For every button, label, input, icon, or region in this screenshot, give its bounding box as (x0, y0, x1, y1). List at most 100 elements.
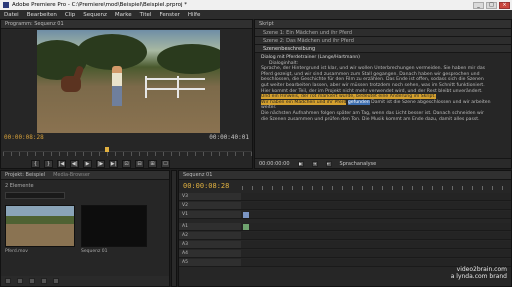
trash-icon[interactable] (53, 278, 59, 284)
go-to-out-button[interactable]: ▶| (109, 160, 118, 168)
track-v1: V1 (179, 211, 511, 219)
program-playhead[interactable] (105, 147, 109, 152)
track-lane[interactable] (241, 259, 511, 266)
window-titlebar: Adobe Premiere Pro - C:\Premiere\mod\Bei… (0, 0, 512, 10)
menu-marker[interactable]: Marke (115, 12, 132, 18)
track-label: A4 (182, 251, 188, 256)
track-lane[interactable] (241, 241, 511, 248)
track-lane[interactable] (241, 250, 511, 257)
mark-out-button[interactable]: } (44, 160, 53, 168)
track-lane[interactable] (241, 202, 511, 209)
fence-post (177, 76, 179, 98)
script-selected-word[interactable]: gefunden (347, 99, 370, 105)
premiere-app-icon (3, 2, 9, 8)
menu-edit[interactable]: Bearbeiten (27, 12, 57, 18)
script-row-2[interactable]: Szene 2: Das Mädchen und ihr Pferd (255, 37, 511, 45)
list-view-icon[interactable] (5, 278, 11, 284)
script-text[interactable]: Dialog mit Pferdetrainer (Lange/Hartmann… (255, 53, 511, 124)
menu-file[interactable]: Datei (4, 12, 19, 18)
video-preview[interactable] (37, 30, 220, 133)
track-header[interactable]: V3 (179, 193, 241, 200)
maximize-button[interactable]: □ (486, 1, 497, 9)
script-section[interactable]: Szenenbeschreibung (255, 45, 511, 53)
go-to-in-button[interactable]: |◀ (57, 160, 66, 168)
fence-rail (145, 88, 205, 90)
step-back-button[interactable]: ◀| (70, 160, 79, 168)
timeline-ruler[interactable] (241, 181, 511, 190)
minimize-button[interactable]: _ (473, 1, 484, 9)
track-a4: A4 (179, 250, 511, 258)
tab-project[interactable]: Projekt: Beispiel (5, 172, 45, 178)
track-lane[interactable] (241, 223, 511, 230)
clip-thumbnail[interactable] (5, 205, 75, 247)
lift-button[interactable]: ⊡ (122, 160, 131, 168)
track-label: A1 (182, 224, 188, 229)
sequence-name[interactable]: Sequenz 01 (81, 249, 107, 254)
script-panel: Skript Szene 1: Ein Mädchen und ihr Pfer… (254, 19, 512, 169)
script-line: Sprache, der Hintergrund ist klar, und w… (261, 66, 486, 72)
overwrite-icon[interactable]: ⇤ (325, 160, 332, 167)
track-header[interactable]: A1 (179, 223, 241, 230)
track-header[interactable]: V1 (179, 211, 241, 218)
timeline-audio-clip[interactable] (243, 224, 249, 230)
tab-sequence[interactable]: Sequenz 01 (179, 171, 511, 180)
track-header[interactable]: V2 (179, 202, 241, 209)
menu-clip[interactable]: Clip (65, 12, 75, 18)
track-v2: V2 (179, 202, 511, 210)
sequence-thumbnail[interactable] (81, 205, 147, 247)
script-footer-timecode[interactable]: 00:00:00:00 (259, 161, 290, 167)
script-highlight: Und ein Hinweis, der rot markiert wurde,… (261, 94, 436, 100)
new-item-icon[interactable] (41, 278, 47, 284)
watermark-line-1: video2brain.com (456, 266, 507, 273)
extract-button[interactable]: ⊟ (135, 160, 144, 168)
menu-title[interactable]: Titel (140, 12, 152, 18)
track-v3: V3 (179, 193, 511, 201)
play-button[interactable]: ▶ (83, 160, 92, 168)
track-header[interactable]: A4 (179, 250, 241, 257)
timeline-panel: Sequenz 01 00:00:08:28 V3 V2 V1 A1 A2 A3… (178, 170, 512, 287)
program-timecode-current[interactable]: 00:00:08:28 (4, 134, 44, 141)
track-label: V3 (182, 194, 188, 199)
menu-help[interactable]: Hilfe (188, 12, 201, 18)
project-tabs: Projekt: Beispiel Media-Browser (1, 171, 169, 180)
script-row-1[interactable]: Szene 1: Ein Mädchen und ihr Pferd (255, 29, 511, 37)
tab-program[interactable]: Programm: Sequenz 01 (1, 20, 252, 29)
tree-shape (77, 34, 147, 70)
track-lane[interactable] (241, 211, 511, 218)
step-forward-button[interactable]: |▶ (96, 160, 105, 168)
program-timecode-duration: 00:00:40:01 (209, 134, 249, 141)
menu-sequence[interactable]: Sequenz (83, 12, 107, 18)
track-label: A2 (182, 233, 188, 238)
mark-in-button[interactable]: { (31, 160, 40, 168)
tree-shape (157, 44, 220, 74)
watermark-line-2: a lynda.com brand (450, 273, 507, 280)
program-time-ruler[interactable] (3, 151, 252, 156)
tab-media-browser[interactable]: Media-Browser (53, 172, 90, 178)
track-label: A3 (182, 242, 188, 247)
timeline-clip[interactable] (243, 212, 249, 218)
track-header[interactable]: A5 (179, 259, 241, 266)
new-bin-icon[interactable] (29, 278, 35, 284)
track-header[interactable]: A3 (179, 241, 241, 248)
track-lane[interactable] (241, 232, 511, 239)
project-search-input[interactable] (5, 192, 65, 199)
play-icon[interactable]: ▶ (297, 160, 304, 167)
settings-button[interactable]: ☐ (161, 160, 170, 168)
menu-window[interactable]: Fenster (159, 12, 179, 18)
person-shape (112, 66, 122, 106)
script-footer-label[interactable]: Sprachanalyse (340, 161, 377, 167)
track-label: V1 (182, 212, 188, 217)
clip-name[interactable]: Pferd.mov (5, 249, 28, 254)
insert-icon[interactable]: ⇥ (311, 160, 318, 167)
script-line: die Szenen zusammen und prüfen den Ton. … (261, 116, 480, 122)
script-line: gut weiter bearbeiten lassen, aber wir m… (261, 82, 485, 88)
timeline-timecode[interactable]: 00:00:08:28 (183, 182, 229, 190)
tab-script[interactable]: Skript (255, 20, 511, 29)
close-button[interactable]: × (499, 1, 510, 9)
tools-panel (171, 170, 177, 287)
track-lane[interactable] (241, 193, 511, 200)
export-frame-button[interactable]: ⊞ (148, 160, 157, 168)
icon-view-icon[interactable] (17, 278, 23, 284)
track-header[interactable]: A2 (179, 232, 241, 239)
script-highlight-2: Wir haben ein Mädchen und ihr Pferd (261, 99, 347, 105)
